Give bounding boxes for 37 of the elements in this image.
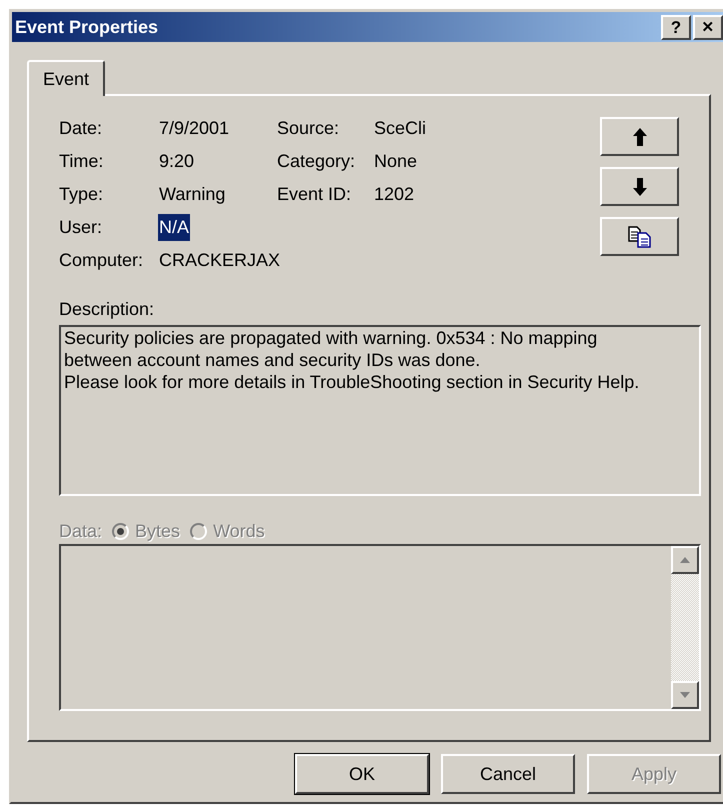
copy-icon [628, 226, 652, 248]
field-value: 1202 [374, 182, 414, 206]
field-value: None [374, 150, 418, 172]
tab[interactable]: Event [27, 60, 106, 96]
description-line: between account names and security IDs was done. [64, 349, 482, 371]
copy-button[interactable] [600, 217, 679, 256]
field-label: Computer: [59, 248, 144, 272]
field-value: SceCli [374, 116, 426, 140]
up-arrow-icon [632, 128, 646, 146]
down-arrow-icon [632, 178, 646, 196]
scroll-up-button[interactable] [671, 546, 699, 574]
up-triangle-icon [680, 557, 690, 563]
down-triangle-icon [680, 692, 690, 698]
field-value: Warning [158, 182, 226, 206]
scroll-down-button[interactable] [671, 681, 699, 709]
description-label: Description: [59, 298, 156, 321]
previous-button[interactable] [600, 117, 679, 156]
help-button[interactable]: ? [661, 14, 691, 40]
field-value: 7/9/2001 [158, 116, 230, 140]
description-line: Please look for more details in TroubleShooting section in Security Help. [64, 371, 640, 393]
next-button[interactable] [600, 167, 679, 206]
close-button[interactable]: ✕ [693, 14, 723, 40]
field-value: 9:20 [158, 150, 196, 172]
field-value: N/A [158, 214, 190, 240]
data-label: Data: [59, 520, 102, 542]
dialog-button[interactable]: OK [295, 754, 429, 794]
description-line: Security policies are propagated with warning. 0x534 : No mapping [64, 327, 598, 349]
field-label: Type: [59, 182, 104, 206]
dialog-button[interactable]: Cancel [441, 754, 575, 794]
field-label: Event ID: [277, 182, 352, 206]
field-label: Source: [277, 116, 340, 140]
field-value: CRACKERJAX [158, 248, 282, 272]
field-label: Time: [59, 150, 104, 172]
field-label: Date: [59, 116, 104, 140]
field-label: Category: [277, 150, 356, 173]
window-title: Event Properties [15, 16, 158, 39]
field-label: User: [59, 216, 104, 238]
